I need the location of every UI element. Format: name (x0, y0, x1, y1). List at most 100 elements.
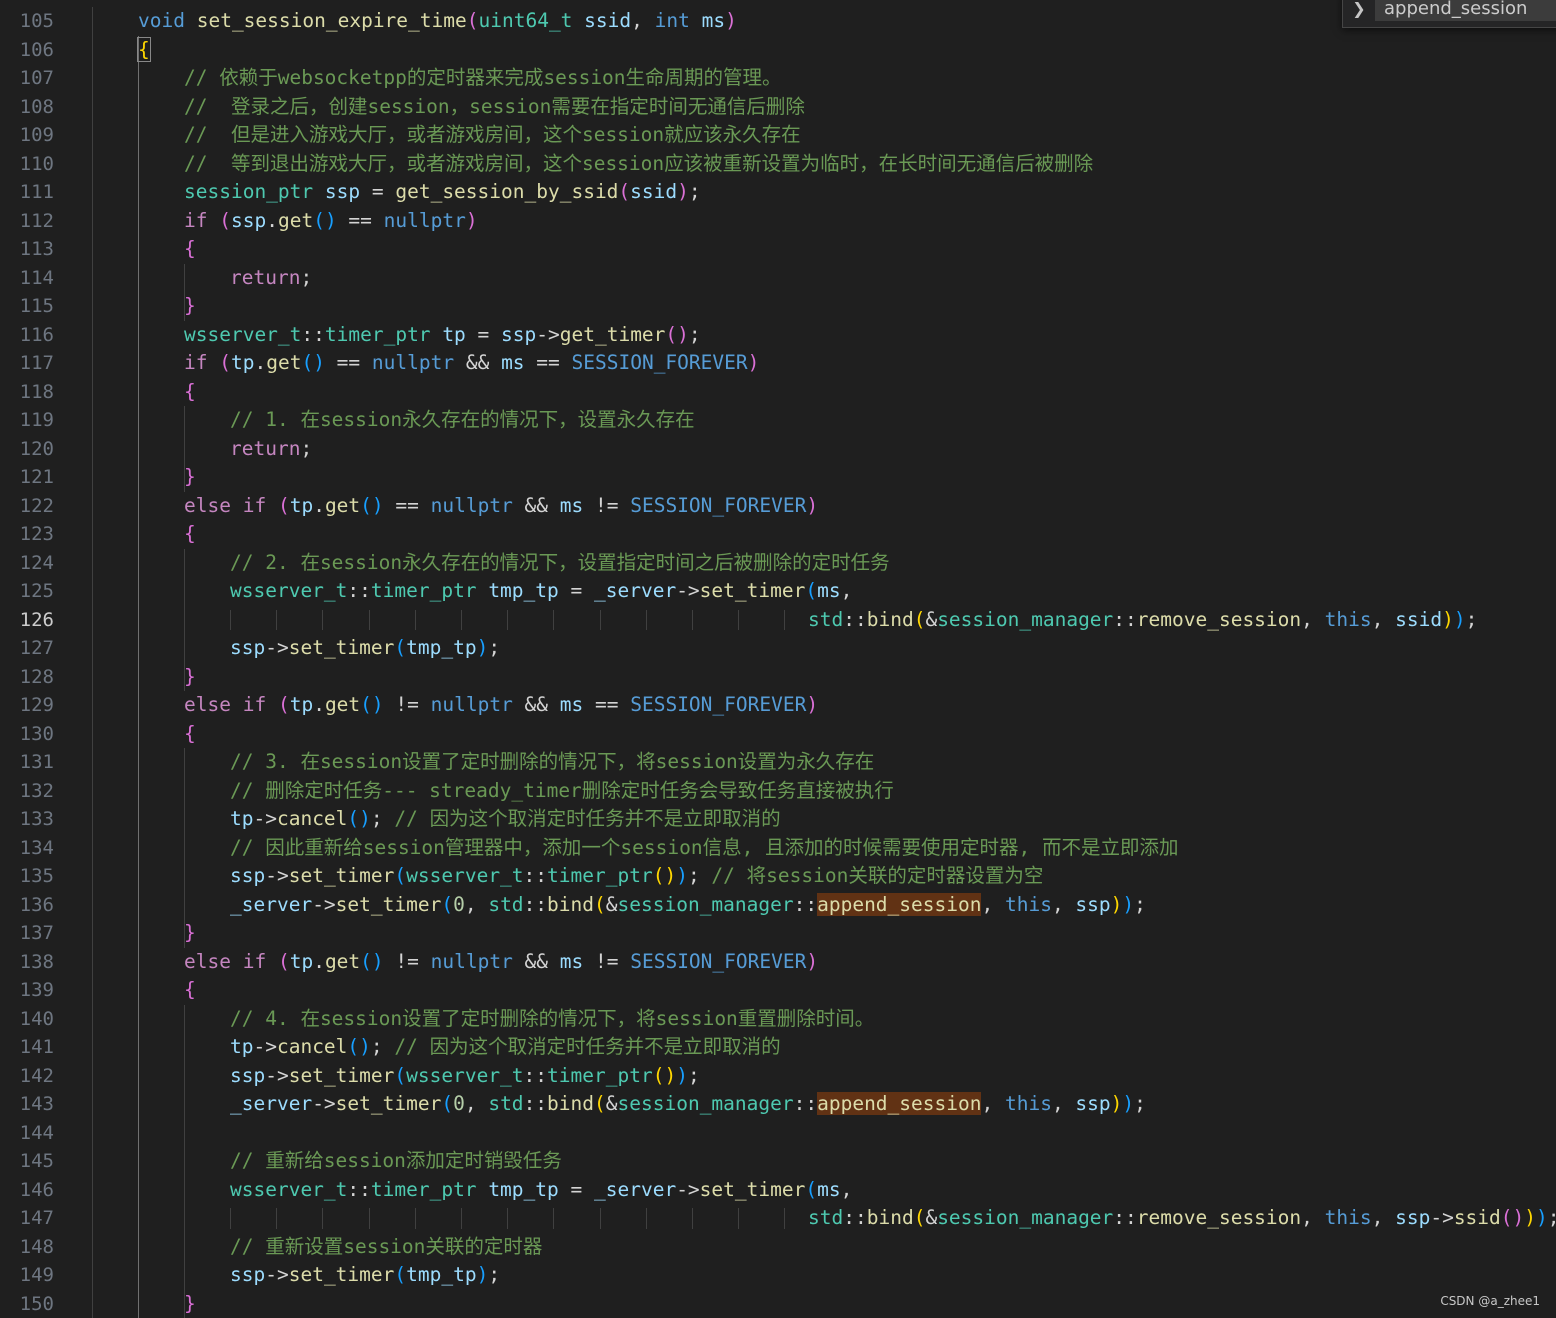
code-line[interactable]: // 等到退出游戏大厅，或者游戏房间，这个session应该被重新设置为临时，在… (184, 150, 1093, 179)
code-line[interactable]: // 3. 在session设置了定时删除的情况下，将session设置为永久存… (230, 748, 874, 777)
code-line[interactable]: ssp->set_timer(wsserver_t::timer_ptr());… (230, 862, 1043, 891)
code-token: // 2. 在session永久存在的情况下，设置指定时间之后被删除的定时任务 (230, 550, 890, 574)
code-line[interactable]: _server->set_timer(0, std::bind(&session… (230, 1090, 1146, 1119)
code-token: ms (501, 351, 525, 374)
code-token: session_manager (937, 1206, 1114, 1229)
code-line[interactable]: // 重新给session添加定时销毁任务 (230, 1147, 562, 1176)
code-line[interactable]: std::bind(&session_manager::remove_sessi… (808, 1204, 1556, 1233)
code-line[interactable]: return; (230, 264, 312, 293)
code-line[interactable]: { (184, 520, 196, 549)
code-token: timer_ptr (547, 864, 653, 887)
code-line[interactable]: wsserver_t::timer_ptr tmp_tp = _server->… (230, 577, 852, 606)
code-token: nullptr (383, 208, 466, 232)
code-line[interactable]: tp->cancel(); // 因为这个取消定时任务并不是立即取消的 (230, 805, 781, 834)
code-token: = (465, 322, 502, 346)
code-line[interactable]: ssp->set_timer(tmp_tp); (230, 1261, 500, 1290)
code-line[interactable]: // 但是进入游戏大厅，或者游戏房间，这个session就应该永久存在 (184, 121, 801, 150)
code-line[interactable]: session_ptr ssp = get_session_by_ssid(ss… (184, 178, 701, 207)
code-line[interactable]: ssp->set_timer(wsserver_t::timer_ptr()); (230, 1062, 700, 1091)
code-line[interactable]: // 依赖于websocketpp的定时器来完成session生命周期的管理。 (184, 64, 782, 93)
code-line[interactable]: void set_session_expire_time(uint64_t ss… (138, 7, 737, 36)
code-token: get (324, 493, 361, 517)
code-line[interactable]: _server->set_timer(0, std::bind(&session… (230, 891, 1146, 920)
code-line[interactable]: if (tp.get() == nullptr && ms == SESSION… (184, 349, 759, 378)
code-token: get_timer (559, 322, 666, 346)
code-token: , (464, 1092, 489, 1115)
code-token: timer_ptr (370, 579, 477, 602)
code-token: ssp (1075, 1092, 1111, 1115)
code-token: else (184, 493, 231, 517)
code-token: // 删除定时任务--- stready_timer删除定时任务会导致任务直接被… (230, 778, 894, 802)
code-line[interactable]: { (184, 976, 196, 1005)
code-line[interactable]: tp->cancel(); // 因为这个取消定时任务并不是立即取消的 (230, 1033, 781, 1062)
code-line[interactable]: std::bind(&session_manager::remove_sessi… (808, 606, 1477, 635)
code-token: () (360, 693, 384, 716)
code-token: -> (1430, 1206, 1454, 1229)
code-token: { (184, 379, 196, 403)
code-line[interactable]: else if (tp.get() != nullptr && ms != SE… (184, 948, 818, 977)
code-token: ) (1453, 607, 1466, 631)
code-line[interactable]: } (184, 1290, 196, 1318)
chevron-right-icon[interactable]: ❯ (1347, 0, 1371, 21)
code-token: get_session_by_ssid (395, 180, 619, 203)
code-line[interactable]: else if (tp.get() != nullptr && ms == SE… (184, 691, 818, 720)
code-token: ms (701, 9, 726, 32)
code-token: ( (805, 1177, 818, 1201)
code-line[interactable]: { (137, 36, 151, 65)
code-token: ssp (230, 864, 266, 887)
find-input[interactable] (1375, 0, 1556, 21)
code-line[interactable]: else if (tp.get() == nullptr && ms != SE… (184, 492, 818, 521)
code-token: ) (806, 949, 819, 973)
code-area[interactable]: void set_session_expire_time(uint64_t ss… (0, 0, 1556, 1318)
search-match: append_session (817, 892, 982, 916)
code-token: () (347, 807, 371, 830)
code-token: tp (289, 693, 314, 716)
code-token: // 登录之后，创建session，session需要在指定时间无通信后删除 (184, 94, 805, 118)
code-line[interactable]: // 登录之后，创建session，session需要在指定时间无通信后删除 (184, 93, 805, 122)
code-token: if (242, 949, 267, 973)
code-token: . (313, 693, 325, 716)
code-token: , (1051, 1092, 1076, 1115)
code-line[interactable]: // 删除定时任务--- stready_timer删除定时任务会导致任务直接被… (230, 777, 894, 806)
code-token: get (324, 693, 361, 716)
code-token: ms (559, 693, 584, 716)
code-line[interactable]: } (184, 663, 196, 692)
code-line[interactable]: // 4. 在session设置了定时删除的情况下，将session重置删除时间… (230, 1005, 874, 1034)
code-token: std (488, 1092, 524, 1115)
code-token: ; (1548, 1206, 1556, 1229)
code-token: timer_ptr (547, 1063, 653, 1087)
code-line[interactable]: } (184, 292, 196, 321)
code-line[interactable]: wsserver_t::timer_ptr tp = ssp->get_time… (184, 321, 701, 350)
code-token: std (808, 1206, 844, 1229)
code-line[interactable]: { (184, 235, 196, 264)
code-line[interactable]: } (184, 919, 196, 948)
code-token: ) (1110, 892, 1123, 916)
code-line[interactable]: { (184, 720, 196, 749)
code-token: ) (1524, 1206, 1537, 1229)
code-token: ) (476, 1263, 489, 1286)
code-token: -> (536, 322, 560, 346)
code-line[interactable]: // 2. 在session永久存在的情况下，设置指定时间之后被删除的定时任务 (230, 549, 890, 578)
code-line[interactable]: // 重新设置session关联的定时器 (230, 1233, 542, 1262)
code-line[interactable]: wsserver_t::timer_ptr tmp_tp = _server->… (230, 1176, 852, 1205)
code-line[interactable]: ssp->set_timer(tmp_tp); (230, 634, 500, 663)
code-line[interactable]: // 1. 在session永久存在的情况下，设置永久存在 (230, 406, 695, 435)
code-line[interactable]: { (184, 378, 196, 407)
code-token: tmp_tp (488, 1177, 559, 1201)
code-token: session_manager (617, 1092, 794, 1115)
code-token: bind (547, 892, 595, 916)
code-token: } (184, 1291, 196, 1315)
code-token: ms (817, 1177, 841, 1201)
code-token: -> (253, 1035, 277, 1058)
code-line[interactable]: // 因此重新给session管理器中，添加一个session信息, 且添加的时… (230, 834, 1179, 863)
code-token: ( (913, 1206, 926, 1229)
code-line[interactable]: if (ssp.get() == nullptr) (184, 207, 478, 236)
code-line[interactable]: } (184, 463, 196, 492)
code-line[interactable]: return; (230, 435, 312, 464)
code-editor[interactable]: 105 106 107 108 109 110 111 112 113 114 115 116 117 1… (0, 0, 1556, 1318)
